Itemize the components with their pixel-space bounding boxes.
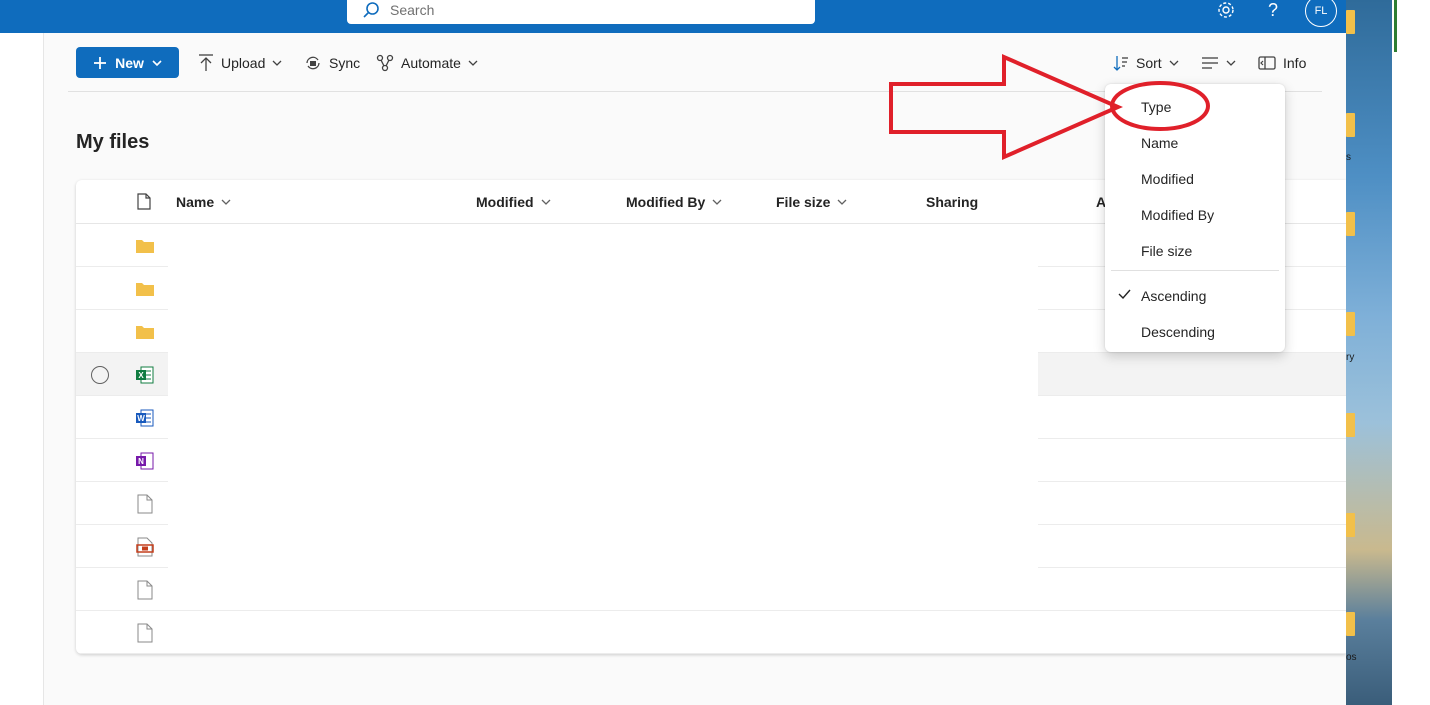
media-file-icon [134,536,156,558]
search-box[interactable]: Search [347,0,815,24]
column-header-sharing[interactable]: Sharing [926,194,978,210]
chevron-down-icon [1169,60,1179,66]
chevron-down-icon [272,60,282,66]
sort-menu-item-name[interactable]: Name [1141,135,1178,151]
sort-button[interactable]: Sort [1113,47,1179,78]
sort-menu: Type Name Modified Modified By File size… [1105,84,1285,352]
desktop-folder-icon [1346,413,1355,437]
sort-menu-item-descending[interactable]: Descending [1141,324,1215,340]
chevron-down-icon [541,199,551,205]
column-header-label: Name [176,194,215,210]
table-row[interactable] [76,611,1346,654]
chevron-down-icon [468,60,478,66]
desktop-folder-icon [1346,312,1355,336]
folder-icon [134,321,156,343]
sort-label: Sort [1136,54,1162,71]
view-options-button[interactable] [1201,47,1236,78]
chevron-down-icon [838,199,847,205]
desktop-folder-icon [1346,212,1355,236]
blank-region [168,225,1038,609]
svg-text:N: N [138,457,144,466]
info-panel-icon [1258,55,1276,70]
sort-menu-item-modified[interactable]: Modified [1141,171,1194,187]
desktop-folder-icon [1346,612,1355,636]
folder-icon [134,235,156,257]
automate-button[interactable]: Automate [376,47,478,78]
file-icon [134,493,156,515]
plus-icon [94,56,107,69]
upload-icon [199,53,213,71]
excel-icon: X [134,364,156,386]
search-input[interactable]: Search [390,2,434,18]
word-icon: W [134,407,156,429]
file-type-icon[interactable] [137,193,151,215]
svg-text:X: X [138,371,144,380]
new-button-label: New [115,54,144,71]
top-app-bar: Search ? FL [0,0,1346,33]
onenote-icon: N [134,450,156,472]
sort-menu-item-file-size[interactable]: File size [1141,243,1192,259]
automate-label: Automate [401,54,461,71]
sync-icon [306,56,320,69]
column-header-file-size[interactable]: File size [776,194,847,210]
desktop-label: os [1346,652,1357,663]
chevron-down-icon [221,199,231,205]
svg-text:W: W [137,414,145,423]
list-view-icon [1202,56,1218,69]
sort-menu-item-modified-by[interactable]: Modified By [1141,207,1214,223]
file-icon [134,622,156,644]
column-header-modified[interactable]: Modified [476,194,551,210]
upload-label: Upload [221,54,266,71]
row-select-radio[interactable] [91,366,109,384]
upload-button[interactable]: Upload [198,47,282,78]
automate-icon [376,54,394,71]
gear-icon[interactable] [1215,0,1237,20]
sync-button[interactable]: Sync [304,47,360,78]
sort-menu-item-type[interactable]: Type [1141,99,1171,115]
check-icon [1118,289,1131,299]
desktop-folder-icon [1346,113,1355,137]
column-header-modified-by[interactable]: Modified By [626,194,722,210]
desktop-label: ry [1346,352,1355,363]
avatar[interactable]: FL [1305,0,1337,27]
desktop-folder-icon [1346,10,1355,34]
sync-label: Sync [329,54,361,71]
desktop-label: s [1346,152,1351,163]
column-header-name[interactable]: Name [176,194,231,210]
desktop-background: s ry os [1346,0,1430,705]
search-icon [361,0,381,20]
chevron-down-icon [152,59,162,66]
sort-menu-item-ascending[interactable]: Ascending [1141,288,1206,304]
menu-divider [1111,270,1279,271]
scrollbar-thumb[interactable] [1394,0,1397,52]
column-header-label: Modified [476,194,534,210]
column-header-label: Modified By [626,194,706,210]
chevron-down-icon [712,199,722,205]
info-label: Info [1283,54,1307,71]
question-icon[interactable]: ? [1262,0,1284,20]
info-button[interactable]: Info [1258,47,1306,78]
desktop-folder-icon [1346,513,1355,537]
scrollbar-area[interactable] [1392,0,1430,705]
chevron-down-icon [1226,60,1236,66]
left-rail [0,33,44,705]
file-icon [134,579,156,601]
column-header-label: Sharing [926,194,979,210]
column-header-label: File size [776,194,831,210]
new-button[interactable]: New [76,47,179,78]
sort-icon [1113,55,1128,71]
page-title: My files [76,131,150,153]
folder-icon [134,278,156,300]
